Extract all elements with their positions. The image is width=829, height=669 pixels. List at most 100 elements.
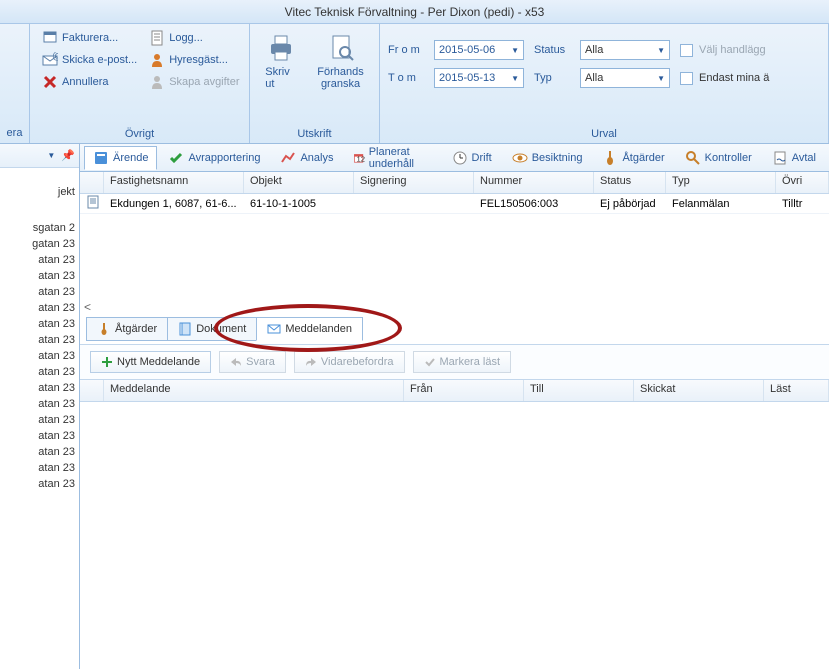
markera-last-button[interactable]: Markera läst	[413, 351, 512, 373]
forhandsgranska-button[interactable]: Förhands granska	[309, 28, 371, 94]
cell-nummer: FEL150506:003	[474, 196, 594, 212]
logg-button[interactable]: Logg...	[145, 28, 243, 48]
msg-header-fran[interactable]: Från	[404, 380, 524, 401]
grid-header-objekt[interactable]: Objekt	[244, 172, 354, 193]
list-item[interactable]: atan 23	[0, 252, 79, 268]
msg-header-meddelande[interactable]: Meddelande	[104, 380, 404, 401]
valj-handlaggare-checkbox[interactable]	[680, 44, 693, 57]
endast-mina-label: Endast mina ä	[699, 72, 769, 84]
grid-header-icon[interactable]	[80, 172, 104, 193]
grid-body[interactable]: Ekdungen 1, 6087, 61-6... 61-10-1-1005 F…	[80, 194, 829, 314]
ribbon: era Fakturera... @ Skicka e-post... Annu…	[0, 24, 829, 144]
status-label: Status	[534, 44, 574, 56]
pin-icon[interactable]: 📌	[61, 149, 75, 162]
tab-kontroller[interactable]: Kontroller	[676, 146, 761, 170]
ribbon-group-utskrift: Skriv ut Förhands granska Utskrift	[250, 24, 380, 143]
skapa-avgifter-button[interactable]: Skapa avgifter	[145, 72, 243, 92]
chevron-down-icon: ▼	[657, 46, 665, 55]
list-item[interactable]: atan 23	[0, 412, 79, 428]
tom-date-combo[interactable]: 2015-05-13▼	[434, 68, 524, 88]
msg-header-skickat[interactable]: Skickat	[634, 380, 764, 401]
grid-header-fastighetsnamn[interactable]: Fastighetsnamn	[104, 172, 244, 193]
subtab-meddelanden[interactable]: Meddelanden	[256, 317, 363, 341]
subtab-dokument[interactable]: Dokument	[167, 317, 257, 341]
list-item[interactable]: atan 23	[0, 444, 79, 460]
msg-header-last[interactable]: Läst	[764, 380, 829, 401]
skicka-epost-button[interactable]: @ Skicka e-post...	[38, 50, 141, 70]
cell-fastighetsnamn: Ekdungen 1, 6087, 61-6...	[104, 196, 244, 212]
list-item[interactable]: atan 23	[0, 316, 79, 332]
chevron-down-icon: ▼	[657, 74, 665, 83]
list-item[interactable]: atan 23	[0, 284, 79, 300]
typ-combo[interactable]: Alla▼	[580, 68, 670, 88]
grid-header-nummer[interactable]: Nummer	[474, 172, 594, 193]
tab-planerat-underhall[interactable]: 12 Planerat underhåll	[344, 142, 440, 174]
list-item[interactable]: atan 23	[0, 364, 79, 380]
cell-typ: Felanmälan	[666, 196, 776, 212]
grid-header-typ[interactable]: Typ	[666, 172, 776, 193]
list-item[interactable]: sgatan 2	[0, 220, 79, 236]
ribbon-edge-group: era	[0, 24, 30, 143]
sub-tabs: Åtgärder Dokument Meddelanden	[80, 314, 829, 344]
table-row[interactable]: Ekdungen 1, 6087, 61-6... 61-10-1-1005 F…	[80, 194, 829, 214]
list-item[interactable]: atan 23	[0, 396, 79, 412]
message-grid-body[interactable]	[80, 402, 829, 669]
msg-header-till[interactable]: Till	[524, 380, 634, 401]
chevron-down-icon[interactable]: ▼	[47, 151, 55, 160]
window-title: Vitec Teknisk Förvaltning - Per Dixon (p…	[0, 0, 829, 24]
typ-label: Typ	[534, 72, 574, 84]
tom-label: T o m	[388, 72, 428, 84]
valj-handlaggare-label: Välj handlägg	[699, 44, 766, 56]
chevron-down-icon: ▼	[511, 74, 519, 83]
list-item[interactable]: atan 23	[0, 332, 79, 348]
grid-header-signering[interactable]: Signering	[354, 172, 474, 193]
grid-header-ovrigt[interactable]: Övri	[776, 172, 829, 193]
ribbon-group-ovrigt: Fakturera... @ Skicka e-post... Annuller…	[30, 24, 250, 143]
svara-button[interactable]: Svara	[219, 351, 286, 373]
list-item[interactable]: atan 23	[0, 428, 79, 444]
grid-header: Fastighetsnamn Objekt Signering Nummer S…	[80, 172, 829, 194]
status-combo[interactable]: Alla▼	[580, 40, 670, 60]
vidarebefordra-button[interactable]: Vidarebefordra	[294, 351, 405, 373]
tab-atgarder[interactable]: Åtgärder	[593, 146, 673, 170]
scroll-left-icon[interactable]: <	[84, 300, 91, 314]
list-item[interactable]: atan 23	[0, 476, 79, 492]
subtab-atgarder[interactable]: Åtgärder	[86, 317, 168, 341]
row-icon	[80, 194, 104, 214]
annullera-button[interactable]: Annullera	[38, 72, 141, 92]
msg-header-icon[interactable]	[80, 380, 104, 401]
tab-analys[interactable]: Analys	[271, 146, 342, 170]
left-sidebar: ▼ 📌 jekt sgatan 2gatan 23atan 23atan 23a…	[0, 144, 80, 669]
tab-avtal[interactable]: Avtal	[763, 146, 825, 170]
fakturera-button[interactable]: Fakturera...	[38, 28, 141, 48]
message-grid-header: Meddelande Från Till Skickat Läst	[80, 380, 829, 402]
sidebar-label: jekt	[0, 184, 79, 200]
nytt-meddelande-button[interactable]: Nytt Meddelande	[90, 351, 211, 373]
tab-drift[interactable]: Drift	[443, 146, 501, 170]
sidebar-header: ▼ 📌	[0, 144, 79, 168]
hyresgast-button[interactable]: Hyresgäst...	[145, 50, 243, 70]
list-item[interactable]: atan 23	[0, 380, 79, 396]
from-label: Fr o m	[388, 44, 428, 56]
svg-text:@: @	[52, 52, 58, 62]
grid-header-status[interactable]: Status	[594, 172, 666, 193]
endast-mina-checkbox[interactable]	[680, 72, 693, 85]
cell-status: Ej påbörjad	[594, 196, 666, 212]
list-item[interactable]: atan 23	[0, 460, 79, 476]
button-bar: Nytt Meddelande Svara Vidarebefordra Mar…	[80, 344, 829, 380]
tab-avrapportering[interactable]: Avrapportering	[159, 146, 269, 170]
cell-signering	[354, 202, 474, 206]
chevron-down-icon: ▼	[511, 46, 519, 55]
cell-objekt: 61-10-1-1005	[244, 196, 354, 212]
skriv-ut-button[interactable]: Skriv ut	[257, 28, 305, 94]
list-item[interactable]: gatan 23	[0, 236, 79, 252]
tab-arende[interactable]: Ärende	[84, 146, 157, 170]
list-item[interactable]: atan 23	[0, 268, 79, 284]
tab-besiktning[interactable]: Besiktning	[503, 146, 592, 170]
list-item[interactable]: atan 23	[0, 300, 79, 316]
from-date-combo[interactable]: 2015-05-06▼	[434, 40, 524, 60]
ribbon-group-title: Övrigt	[30, 125, 249, 143]
tool-tabs: Ärende Avrapportering Analys 12 Planerat…	[80, 144, 829, 172]
list-item[interactable]: atan 23	[0, 348, 79, 364]
ribbon-group-urval: Fr o m 2015-05-06▼ Status Alla▼ Välj han…	[380, 24, 829, 143]
